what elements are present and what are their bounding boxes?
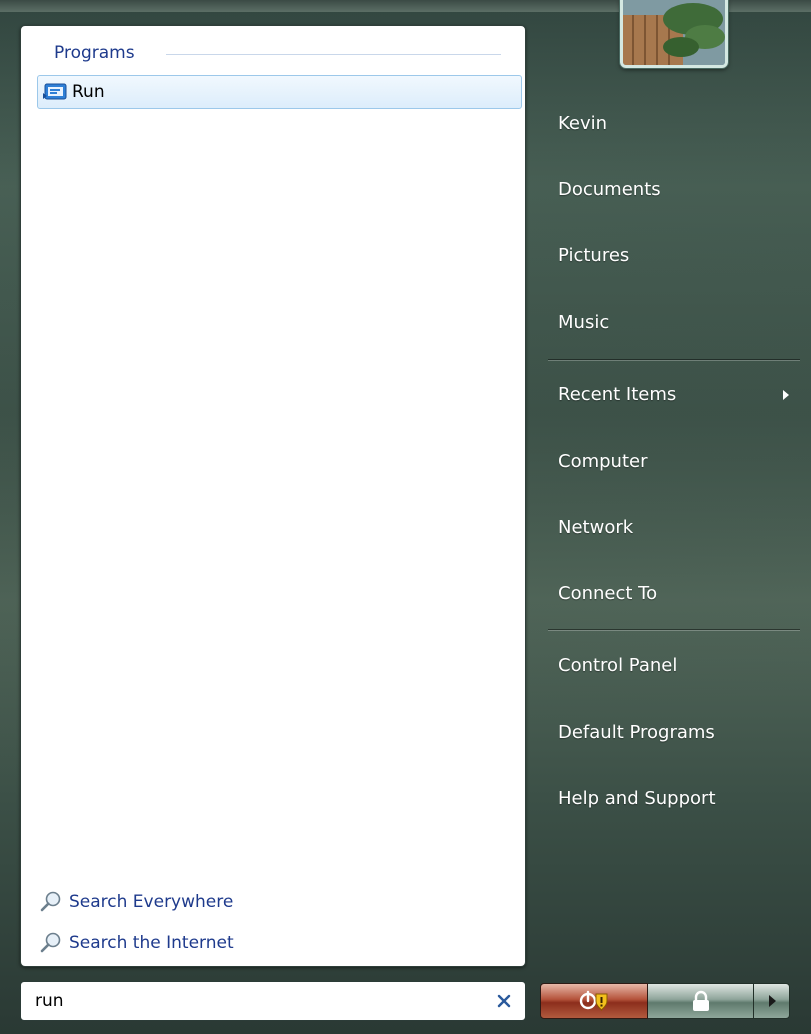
- lock-button[interactable]: [648, 983, 754, 1019]
- power-shield-icon: [579, 990, 608, 1012]
- nav-separator: [548, 359, 800, 361]
- magnifier-icon: [40, 891, 61, 912]
- power-button[interactable]: [540, 983, 648, 1019]
- search-results-panel: Programs Run Search Everywhere Search th…: [20, 25, 526, 967]
- result-item-label: Run: [72, 82, 105, 102]
- search-internet-label: Search the Internet: [69, 933, 234, 953]
- nav-item-control-panel[interactable]: Control Panel: [558, 655, 677, 676]
- user-picture[interactable]: [620, 0, 728, 68]
- close-icon[interactable]: [495, 992, 513, 1010]
- section-divider: [166, 54, 501, 55]
- nav-item-music[interactable]: Music: [558, 312, 609, 333]
- nav-item-user[interactable]: Kevin: [558, 113, 607, 134]
- nav-item-network[interactable]: Network: [558, 517, 633, 538]
- more-options-button[interactable]: [754, 983, 790, 1019]
- nav-item-documents[interactable]: Documents: [558, 179, 661, 200]
- chevron-right-icon: [783, 390, 789, 400]
- start-search-box[interactable]: [20, 981, 526, 1021]
- run-icon: [43, 83, 67, 100]
- user-picture-image: [623, 0, 725, 65]
- power-button-bar: [540, 983, 792, 1019]
- section-header-programs: Programs: [54, 43, 135, 63]
- search-internet-link[interactable]: Search the Internet: [39, 931, 234, 955]
- nav-separator: [548, 629, 800, 631]
- nav-item-recent-items[interactable]: Recent Items: [558, 384, 676, 405]
- lock-icon: [692, 990, 709, 1011]
- search-everywhere-label: Search Everywhere: [69, 892, 234, 912]
- magnifier-icon: [40, 932, 61, 953]
- nav-item-connect-to[interactable]: Connect To: [558, 583, 657, 604]
- chevron-right-icon: [768, 995, 776, 1007]
- nav-item-computer[interactable]: Computer: [558, 451, 647, 472]
- nav-item-help-support[interactable]: Help and Support: [558, 788, 716, 809]
- nav-item-default-programs[interactable]: Default Programs: [558, 722, 715, 743]
- search-input[interactable]: [33, 990, 477, 1012]
- result-item-run[interactable]: Run: [37, 75, 522, 109]
- search-everywhere-link[interactable]: Search Everywhere: [39, 890, 233, 914]
- nav-item-pictures[interactable]: Pictures: [558, 245, 629, 266]
